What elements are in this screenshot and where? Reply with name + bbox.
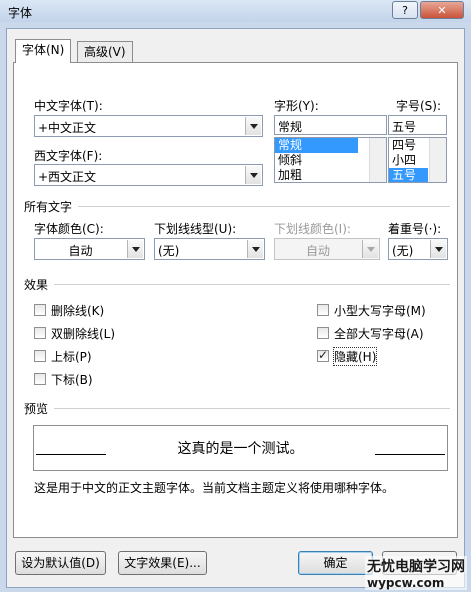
underline-style-combo[interactable]: (无) bbox=[154, 238, 265, 260]
font-color-combo[interactable]: 自动 bbox=[34, 238, 145, 260]
scrollbar[interactable] bbox=[369, 138, 386, 182]
font-color-value: 自动 bbox=[68, 244, 93, 258]
title-bar: 字体 ? ✕ bbox=[0, 0, 471, 22]
strikethrough-checkbox[interactable] bbox=[34, 304, 46, 316]
font-style-label: 字形(Y): bbox=[274, 99, 319, 113]
divider bbox=[54, 284, 450, 285]
watermark-title: 无忧电脑学习网 bbox=[367, 559, 465, 575]
hidden-checkbox[interactable] bbox=[317, 348, 329, 362]
ok-button[interactable]: 确定 bbox=[298, 551, 373, 575]
close-button[interactable]: ✕ bbox=[420, 1, 464, 19]
watermark-url: wypcw.com bbox=[367, 576, 445, 590]
preview-box: 这真的是一个测试。 bbox=[33, 425, 448, 471]
superscript-checkbox[interactable] bbox=[34, 350, 46, 362]
strikethrough-label[interactable]: 删除线(K) bbox=[51, 302, 104, 319]
emphasis-mark-value: (无) bbox=[392, 244, 414, 258]
preview-note: 这是用于中文的正文主题字体。当前文档主题定义将使用哪种字体。 bbox=[34, 481, 395, 495]
font-size-label: 字号(S): bbox=[396, 99, 442, 113]
underline-color-label: 下划线颜色(I): bbox=[274, 222, 351, 236]
font-color-label: 字体颜色(C): bbox=[34, 222, 104, 236]
all-caps-label[interactable]: 全部大写字母(A) bbox=[334, 325, 424, 342]
double-strikethrough-label[interactable]: 双删除线(L) bbox=[51, 325, 115, 342]
font-size-input[interactable]: 五号 bbox=[388, 115, 447, 135]
font-style-list[interactable]: 常规 倾斜 加粗 bbox=[274, 137, 387, 183]
underline-style-value: (无) bbox=[158, 244, 180, 258]
chevron-down-icon[interactable] bbox=[430, 240, 446, 258]
font-style-input[interactable]: 常规 bbox=[274, 115, 387, 135]
subscript-label[interactable]: 下标(B) bbox=[51, 371, 93, 388]
western-font-label: 西文字体(F): bbox=[34, 149, 103, 163]
text-effects-button[interactable]: 文字效果(E)... bbox=[118, 551, 207, 575]
dialog-body: 字体(N) 高级(V) 中文字体(T): +中文正文 西文字体(F): +西文正… bbox=[6, 28, 465, 588]
chevron-down-icon bbox=[362, 240, 378, 258]
list-item[interactable]: 五号 bbox=[389, 168, 428, 182]
all-caps-checkbox[interactable] bbox=[317, 327, 329, 339]
help-button[interactable]: ? bbox=[392, 1, 418, 19]
dialog-title: 字体 bbox=[8, 6, 33, 20]
chinese-font-value: +中文正文 bbox=[38, 121, 97, 135]
divider bbox=[78, 206, 450, 207]
underline-color-combo: 自动 bbox=[274, 238, 380, 260]
divider bbox=[54, 408, 450, 409]
preview-sample-text: 这真的是一个测试。 bbox=[177, 441, 304, 457]
watermark: 无忧电脑学习网 wypcw.com bbox=[365, 556, 467, 590]
font-size-list[interactable]: 四号 小四 五号 bbox=[388, 137, 447, 183]
font-tab-panel: 中文字体(T): +中文正文 西文字体(F): +西文正文 字形(Y): 常规 … bbox=[13, 62, 458, 538]
font-dialog: 字体 ? ✕ 字体(N) 高级(V) 中文字体(T): +中文正文 西文字体(F… bbox=[0, 0, 471, 592]
font-style-value: 常规 bbox=[278, 120, 303, 134]
hidden-label[interactable]: 隐藏(H) bbox=[332, 347, 378, 366]
chevron-down-icon[interactable] bbox=[245, 117, 261, 135]
effects-heading: 效果 bbox=[24, 278, 49, 292]
list-item[interactable]: 常规 bbox=[275, 138, 358, 153]
western-font-combo[interactable]: +西文正文 bbox=[34, 164, 263, 186]
tab-font[interactable]: 字体(N) bbox=[15, 39, 72, 63]
underline-color-value: 自动 bbox=[305, 244, 330, 258]
emphasis-mark-label: 着重号(·): bbox=[388, 222, 442, 236]
subscript-checkbox[interactable] bbox=[34, 373, 46, 385]
chinese-font-label: 中文字体(T): bbox=[34, 99, 103, 113]
chinese-font-combo[interactable]: +中文正文 bbox=[34, 115, 263, 137]
all-text-heading: 所有文字 bbox=[24, 200, 73, 214]
preview-right-line bbox=[375, 454, 445, 455]
small-caps-label[interactable]: 小型大写字母(M) bbox=[334, 302, 426, 319]
set-default-button[interactable]: 设为默认值(D) bbox=[15, 551, 106, 575]
chevron-down-icon[interactable] bbox=[247, 240, 263, 258]
underline-style-label: 下划线线型(U): bbox=[154, 222, 237, 236]
small-caps-checkbox[interactable] bbox=[317, 304, 329, 316]
emphasis-mark-combo[interactable]: (无) bbox=[388, 238, 448, 260]
font-size-value: 五号 bbox=[392, 120, 417, 134]
tab-advanced[interactable]: 高级(V) bbox=[77, 41, 133, 63]
preview-heading: 预览 bbox=[24, 402, 49, 416]
chevron-down-icon[interactable] bbox=[245, 166, 261, 184]
double-strikethrough-checkbox[interactable] bbox=[34, 327, 46, 339]
scrollbar[interactable] bbox=[429, 138, 446, 182]
chevron-down-icon[interactable] bbox=[127, 240, 143, 258]
western-font-value: +西文正文 bbox=[38, 170, 97, 184]
superscript-label[interactable]: 上标(P) bbox=[51, 348, 92, 365]
